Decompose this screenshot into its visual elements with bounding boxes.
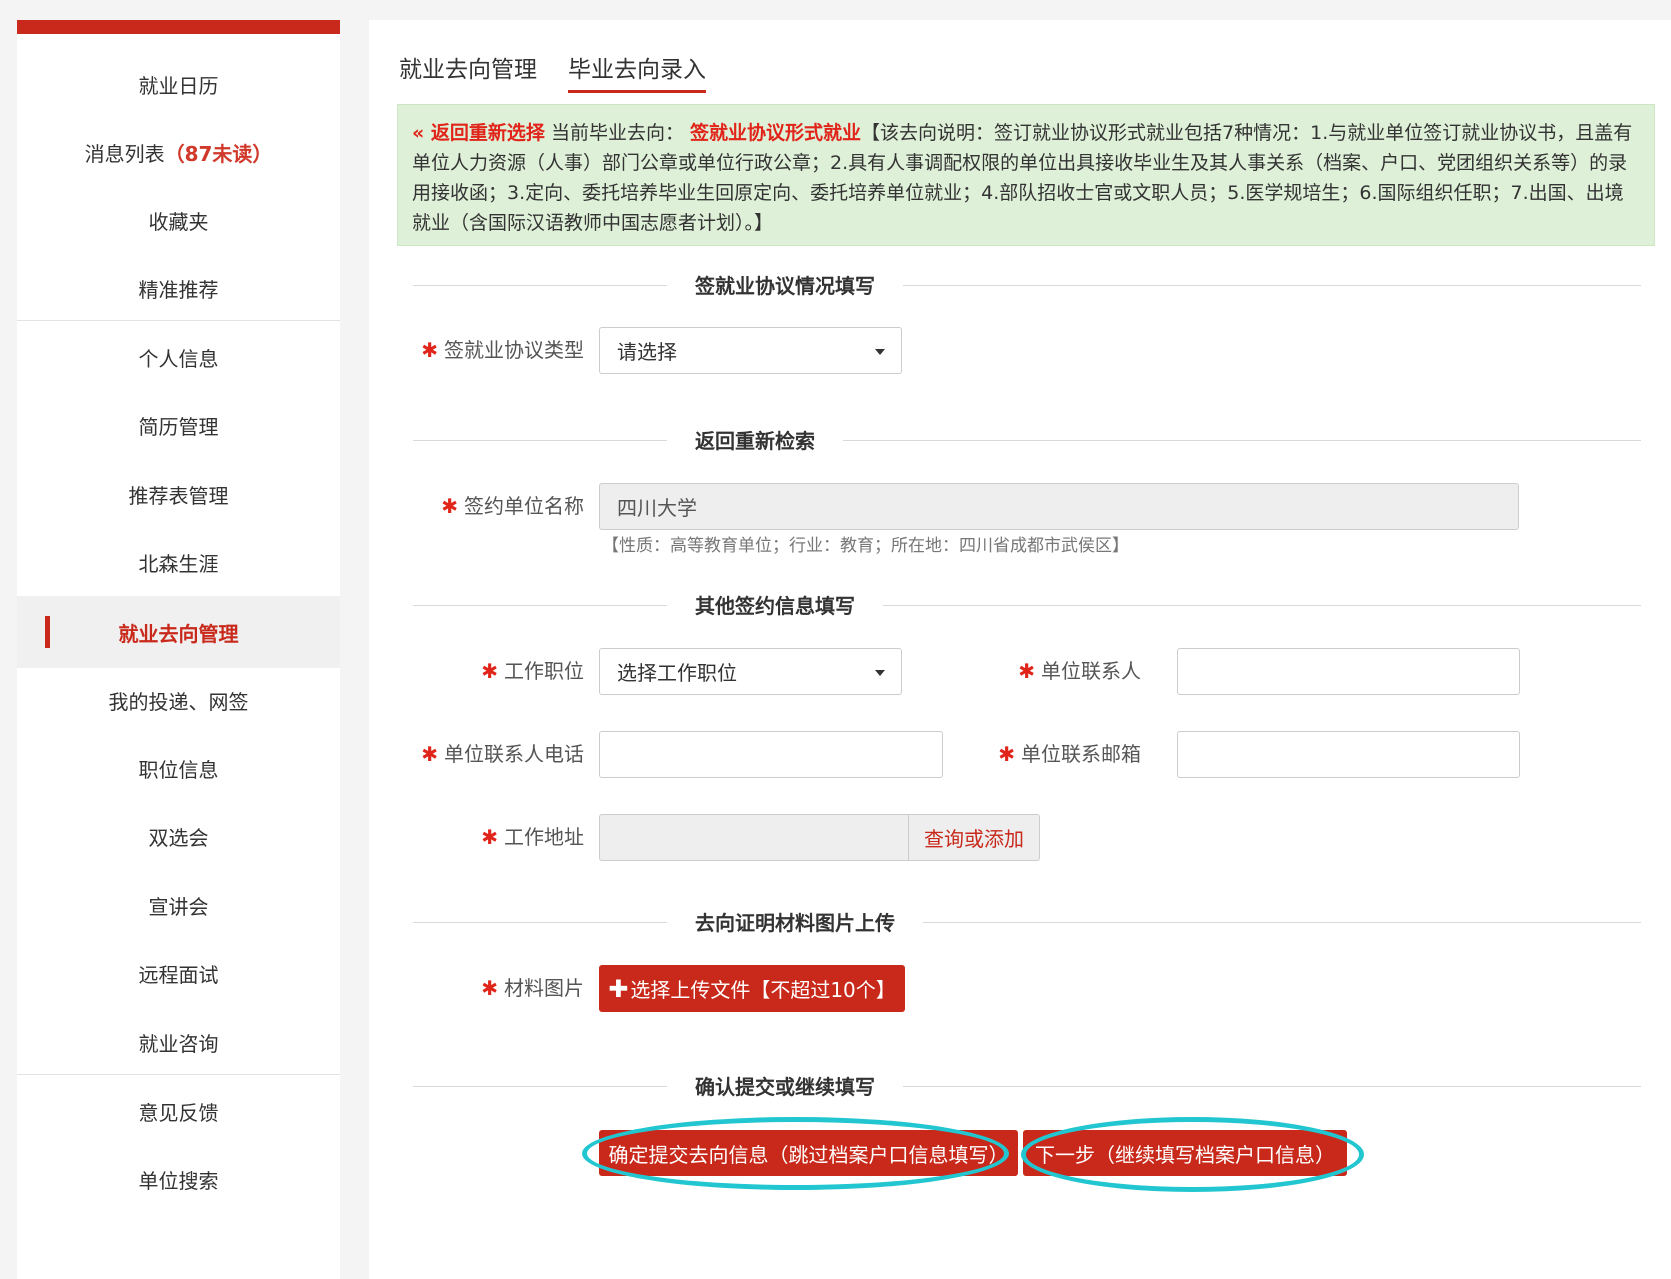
- contact-phone-label: ✱ 单位联系人电话: [421, 742, 584, 766]
- required-icon: ✱: [481, 976, 498, 1000]
- unread-badge: （87未读）: [164, 141, 273, 166]
- work-address-field[interactable]: [599, 814, 909, 861]
- sidebar-item-beisen-career[interactable]: 北森生涯: [17, 526, 340, 598]
- tab-employment-destination[interactable]: 就业去向管理: [399, 50, 537, 90]
- plus-icon: ✚: [608, 974, 629, 1003]
- unit-name-label: ✱ 签约单位名称: [441, 494, 584, 518]
- caret-down-icon: [875, 669, 885, 676]
- sidebar-item-recommend[interactable]: 精准推荐: [17, 252, 340, 324]
- highlight-ring-next: [1021, 1117, 1364, 1192]
- main-panel: 就业去向管理 毕业去向录入 « 返回重新选择 当前毕业去向： 签就业协议形式就业…: [369, 20, 1671, 1279]
- unit-info-hint: 【性质：高等教育单位；行业：教育；所在地：四川省成都市武侯区】: [602, 536, 1129, 556]
- materials-label: ✱ 材料图片: [481, 976, 584, 1000]
- required-icon: ✱: [421, 338, 438, 362]
- sidebar-item-feedback[interactable]: 意见反馈: [17, 1075, 340, 1147]
- sidebar-item-recommend-form[interactable]: 推荐表管理: [17, 458, 340, 530]
- sidebar-item-favorites[interactable]: 收藏夹: [17, 184, 340, 256]
- job-position-select[interactable]: 选择工作职位: [599, 648, 902, 695]
- current-destination-label: 当前毕业去向：: [550, 122, 684, 144]
- section-upload: 去向证明材料图片上传: [413, 908, 1641, 938]
- sidebar-item-job-fair[interactable]: 双选会: [17, 800, 340, 872]
- contact-person-label: ✱ 单位联系人: [1018, 659, 1141, 683]
- back-reselect-link[interactable]: « 返回重新选择: [412, 122, 545, 144]
- sidebar-item-calendar[interactable]: 就业日历: [17, 48, 340, 120]
- caret-down-icon: [875, 348, 885, 355]
- section-title: 确认提交或继续填写: [667, 1072, 903, 1102]
- upload-file-button[interactable]: ✚ 选择上传文件【不超过10个】: [599, 965, 905, 1012]
- sidebar-item-employment-destination[interactable]: 就业去向管理: [17, 596, 340, 668]
- unit-name-field: 四川大学: [599, 483, 1519, 530]
- agreement-type-label: ✱ 签就业协议类型: [421, 338, 584, 362]
- highlight-ring-submit: [582, 1117, 1009, 1190]
- required-icon: ✱: [998, 742, 1015, 766]
- contact-phone-input[interactable]: [599, 731, 943, 778]
- required-icon: ✱: [481, 659, 498, 683]
- sidebar-item-consultation[interactable]: 就业咨询: [17, 1006, 340, 1078]
- required-icon: ✱: [441, 494, 458, 518]
- sidebar-item-messages[interactable]: 消息列表 （87未读）: [17, 116, 340, 188]
- contact-email-input[interactable]: [1177, 731, 1520, 778]
- section-confirm: 确认提交或继续填写: [413, 1072, 1641, 1102]
- section-agreement: 签就业协议情况填写: [413, 271, 1641, 301]
- section-research: 返回重新检索: [413, 426, 1641, 456]
- section-title: 签就业协议情况填写: [667, 271, 903, 301]
- tab-destination-entry[interactable]: 毕业去向录入: [568, 50, 706, 93]
- sidebar: 就业日历 消息列表 （87未读） 收藏夹 精准推荐 个人信息 简历管理 推荐表管理…: [17, 20, 340, 1279]
- required-icon: ✱: [1018, 659, 1035, 683]
- required-icon: ✱: [481, 825, 498, 849]
- sidebar-item-applications[interactable]: 我的投递、网签: [17, 664, 340, 736]
- sidebar-item-presentation[interactable]: 宣讲会: [17, 869, 340, 941]
- search-or-add-button[interactable]: 查询或添加: [909, 814, 1040, 861]
- required-icon: ✱: [421, 742, 438, 766]
- section-title: 其他签约信息填写: [667, 591, 883, 621]
- sidebar-item-resume[interactable]: 简历管理: [17, 389, 340, 461]
- active-indicator: [45, 616, 50, 648]
- section-other: 其他签约信息填写: [413, 591, 1641, 621]
- job-position-label: ✱ 工作职位: [481, 659, 584, 683]
- sidebar-item-unit-search[interactable]: 单位搜索: [17, 1143, 340, 1215]
- sidebar-item-remote-interview[interactable]: 远程面试: [17, 937, 340, 1009]
- agreement-type-select[interactable]: 请选择: [599, 327, 902, 374]
- sidebar-item-profile[interactable]: 个人信息: [17, 321, 340, 393]
- contact-person-input[interactable]: [1177, 648, 1520, 695]
- work-address-label: ✱ 工作地址: [481, 825, 584, 849]
- sidebar-item-jobs[interactable]: 职位信息: [17, 732, 340, 804]
- destination-notice: « 返回重新选择 当前毕业去向： 签就业协议形式就业【该去向说明：签订就业协议形…: [397, 104, 1655, 246]
- section-title[interactable]: 返回重新检索: [667, 426, 843, 456]
- section-title: 去向证明材料图片上传: [667, 908, 923, 938]
- contact-email-label: ✱ 单位联系邮箱: [998, 742, 1141, 766]
- current-destination: 签就业协议形式就业: [690, 122, 862, 144]
